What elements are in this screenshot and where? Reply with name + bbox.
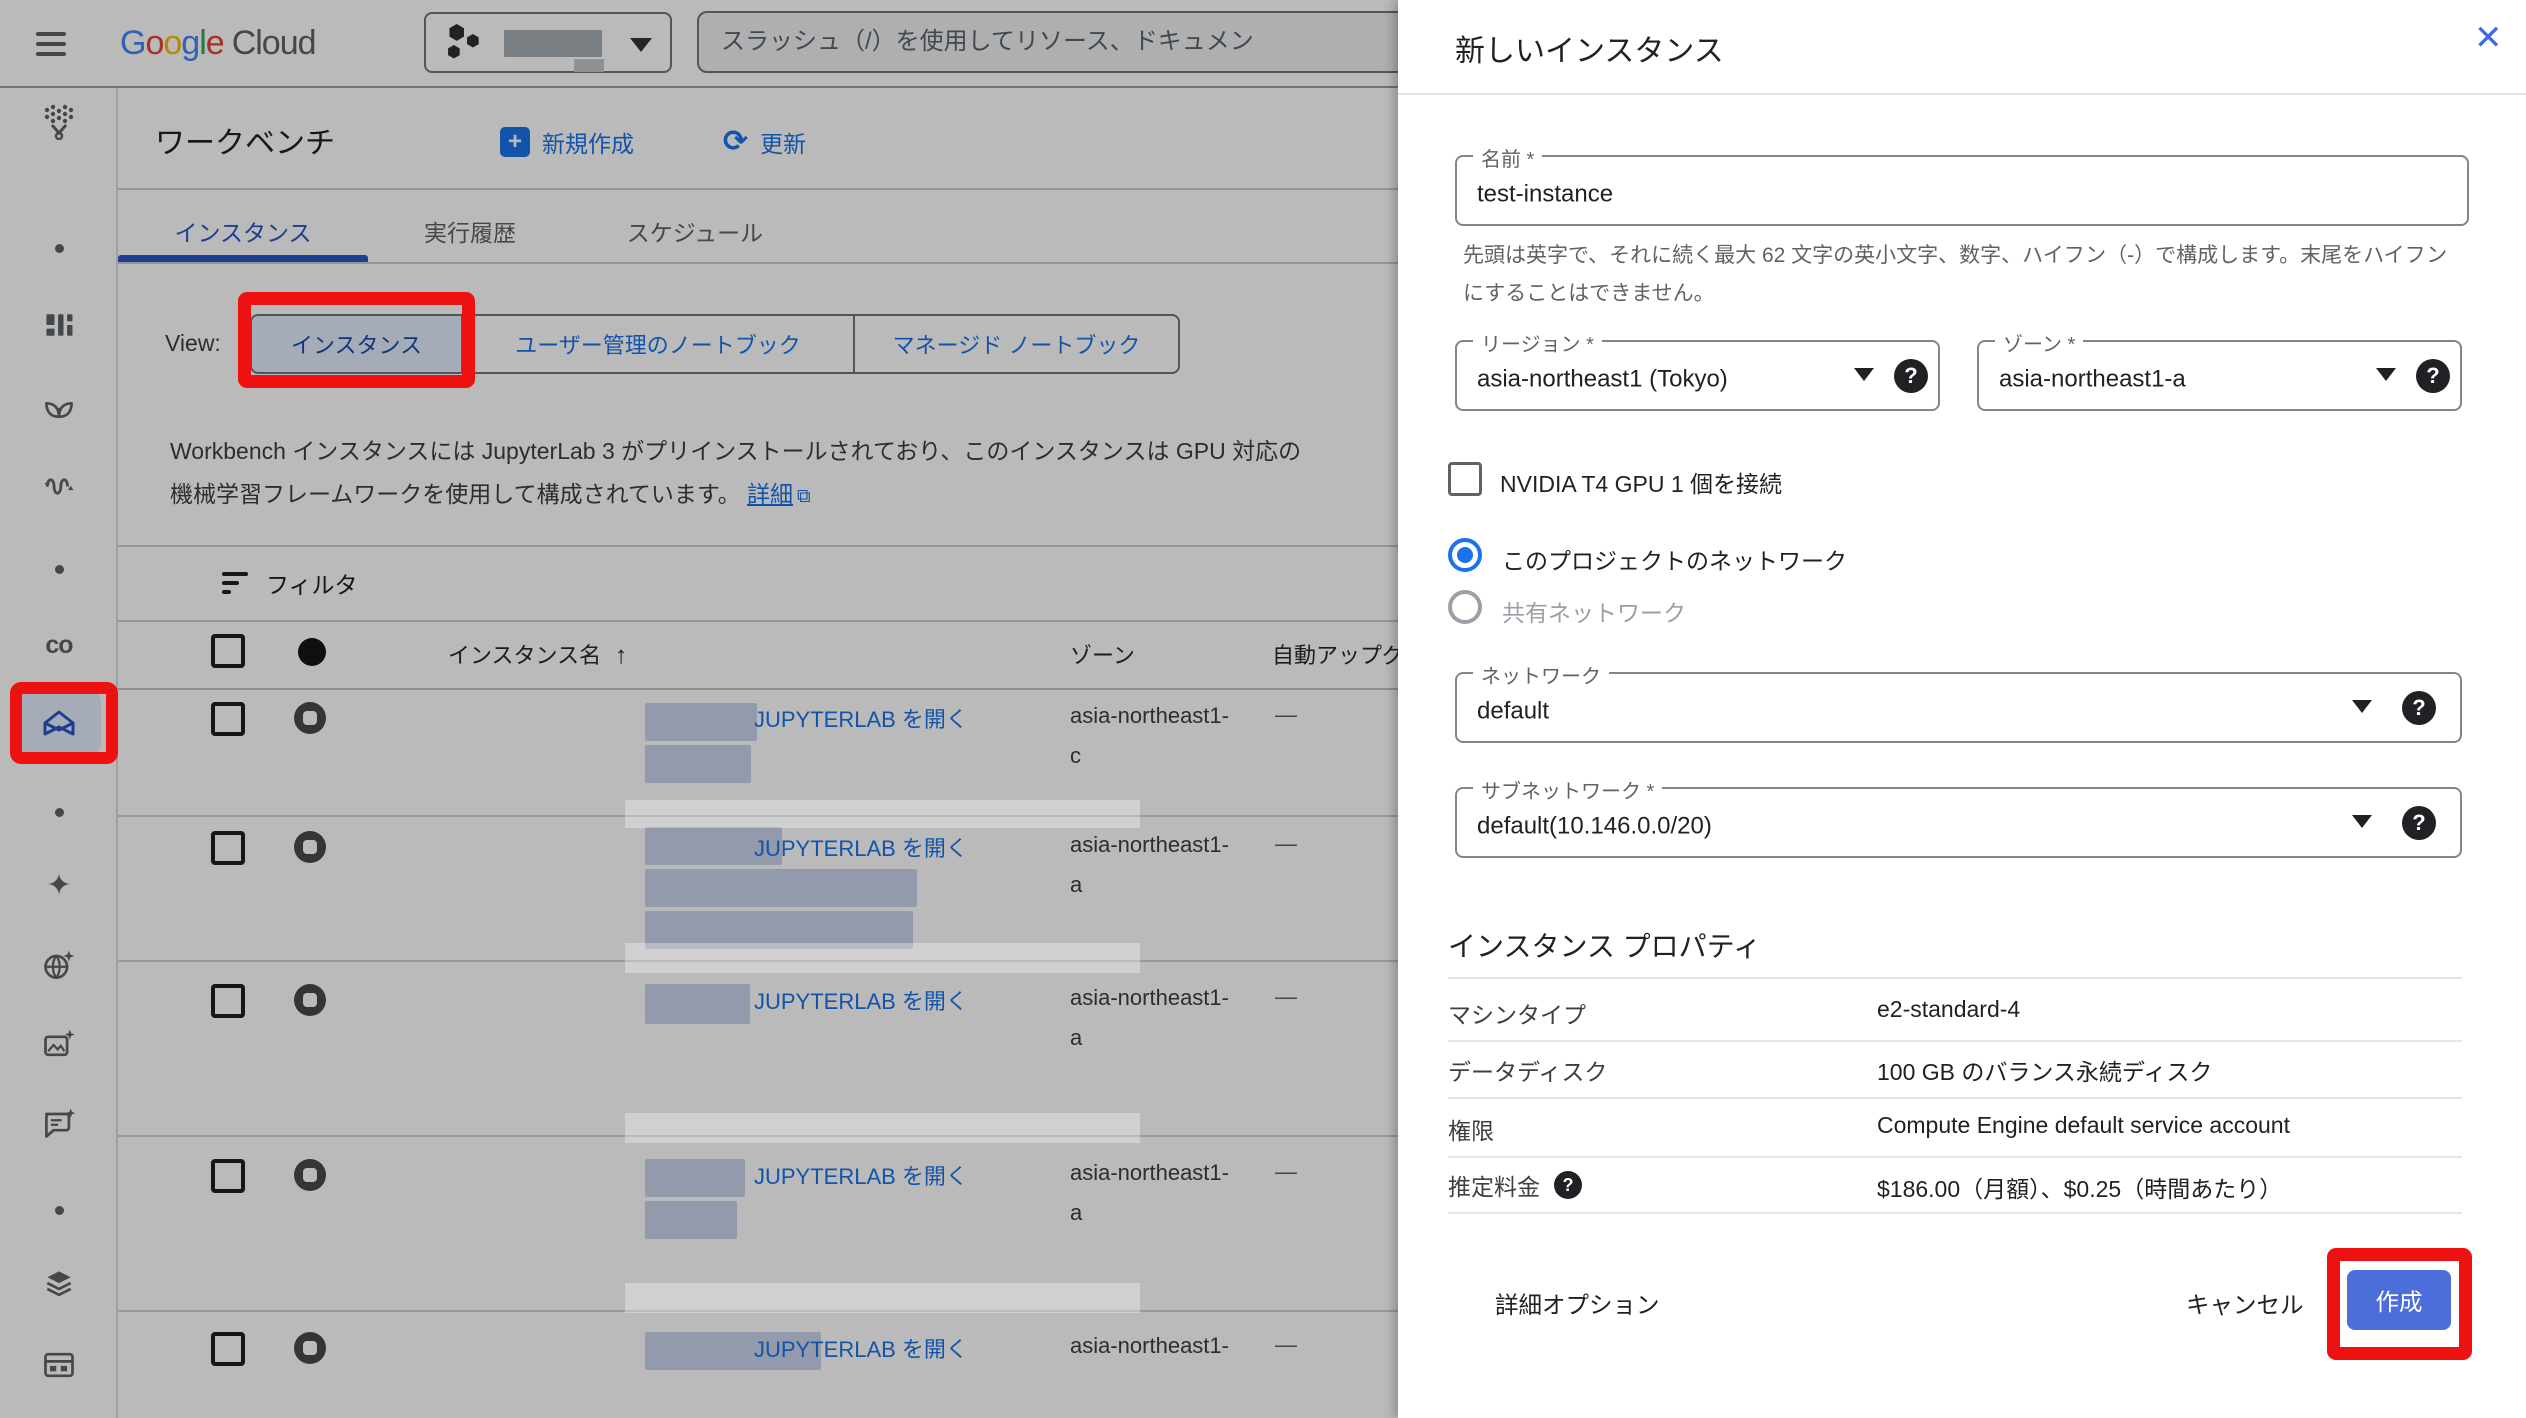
property-label: マシンタイプ — [1448, 996, 1586, 1030]
subnetwork-help-icon[interactable]: ? — [2402, 806, 2436, 840]
radio-shared-network-label: 共有ネットワーク — [1502, 594, 1686, 628]
workbench-page: GoogleCloud ⬢ ⬢ ⬢ — [0, 0, 1398, 1418]
new-instance-panel: 新しいインスタンス ✕ 名前 * 先頭は英字で、それに続く最大 62 文字の英小… — [1398, 0, 2526, 1418]
zone-help-icon[interactable]: ? — [2416, 359, 2450, 393]
redacted-band — [625, 1283, 1140, 1313]
advanced-options-button[interactable]: 詳細オプション — [1495, 1286, 1660, 1320]
name-input[interactable] — [1477, 180, 2336, 208]
annotation-box-workbench-icon — [10, 682, 118, 764]
chevron-down-icon — [1854, 368, 1874, 381]
radio-project-network[interactable] — [1448, 538, 1482, 572]
network-value: default — [1477, 697, 2330, 725]
redacted-band — [625, 1113, 1140, 1143]
region-label: リージョン * — [1473, 328, 1602, 357]
property-value: e2-standard-4 — [1877, 996, 2020, 1023]
redacted-band — [625, 800, 1140, 828]
radio-project-network-label: このプロジェクトのネットワーク — [1502, 542, 1847, 576]
annotation-box-create-button — [2327, 1248, 2472, 1360]
subnetwork-value: default(10.146.0.0/20) — [1477, 812, 2330, 840]
close-icon[interactable]: ✕ — [2474, 18, 2503, 58]
network-help-icon[interactable]: ? — [2402, 691, 2436, 725]
annotation-box-view-instances — [238, 292, 475, 388]
property-value: Compute Engine default service account — [1877, 1112, 2290, 1139]
zone-value: asia-northeast1-a — [1999, 365, 2336, 393]
property-label: データディスク — [1448, 1053, 1607, 1087]
zone-select[interactable]: ゾーン * asia-northeast1-a ? — [1977, 340, 2462, 411]
name-helper-text: 先頭は英字で、それに続く最大 62 文字の英小文字、数字、ハイフン（-）で構成し… — [1463, 237, 2453, 313]
region-select[interactable]: リージョン * asia-northeast1 (Tokyo) ? — [1455, 340, 1940, 411]
property-label: 推定料金? — [1448, 1168, 1582, 1202]
gpu-checkbox-label: NVIDIA T4 GPU 1 個を接続 — [1500, 465, 1782, 499]
redacted-band — [625, 943, 1140, 973]
chevron-down-icon — [2352, 700, 2372, 713]
region-value: asia-northeast1 (Tokyo) — [1477, 365, 1814, 393]
property-value: $186.00（月額）、$0.25（時間あたり） — [1877, 1170, 2282, 1204]
gpu-checkbox[interactable] — [1448, 462, 1482, 496]
radio-shared-network[interactable] — [1448, 590, 1482, 624]
chevron-down-icon — [2376, 368, 2396, 381]
network-label: ネットワーク — [1473, 660, 1609, 689]
property-label: 権限 — [1448, 1112, 1494, 1146]
network-select[interactable]: ネットワーク default ? — [1455, 672, 2462, 743]
cancel-button[interactable]: キャンセル — [2186, 1286, 2304, 1320]
region-help-icon[interactable]: ? — [1894, 359, 1928, 393]
screen: GoogleCloud ⬢ ⬢ ⬢ — [0, 0, 2526, 1418]
chevron-down-icon — [2352, 815, 2372, 828]
modal-scrim — [0, 0, 1398, 1418]
zone-label: ゾーン * — [1995, 328, 2083, 357]
pricing-help-icon[interactable]: ? — [1554, 1171, 1582, 1199]
panel-title: 新しいインスタンス — [1455, 26, 1724, 70]
name-field-label: 名前 * — [1473, 143, 1542, 172]
property-value: 100 GB のバランス永続ディスク — [1877, 1053, 2212, 1087]
subnetwork-select[interactable]: サブネットワーク * default(10.146.0.0/20) ? — [1455, 787, 2462, 858]
name-field[interactable]: 名前 * — [1455, 155, 2469, 226]
properties-heading: インスタンス プロパティ — [1448, 925, 1761, 965]
subnetwork-label: サブネットワーク * — [1473, 775, 1662, 804]
